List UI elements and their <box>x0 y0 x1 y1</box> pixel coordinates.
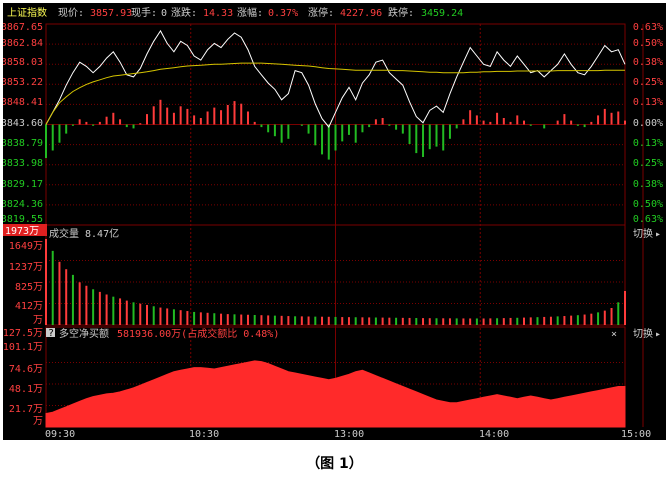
net-tick: 48.1万 <box>9 384 43 395</box>
price-tick: 3858.03 <box>3 57 43 68</box>
price-tick: 3867.65 <box>3 22 43 33</box>
net-title: 多空净买额 <box>59 327 109 340</box>
net-axis-top: 127.5万 <box>3 328 43 339</box>
price-value: 3857.93 <box>90 8 132 19</box>
pct-value: 0.37% <box>268 8 298 19</box>
index-name: 上证指数 <box>7 6 47 19</box>
hand-label: 现手: <box>131 6 157 19</box>
intraday-chart: 上证指数 现价: 3857.93 现手: 0 涨跌: 14.33 涨幅: 0.3… <box>3 6 663 440</box>
volume-tick: 1649万 <box>9 241 43 252</box>
net-tick: 21.7万 <box>9 404 43 415</box>
limit-up-value: 4227.96 <box>340 8 382 19</box>
pct-tick: 0.13% <box>633 97 663 108</box>
change-value: 14.33 <box>203 8 233 19</box>
limit-down-label: 跌停: <box>388 6 414 19</box>
quote-header: 上证指数 现价: 3857.93 现手: 0 涨跌: 14.33 涨幅: 0.3… <box>7 6 463 19</box>
price-tick: 3848.41 <box>3 97 43 108</box>
pct-tick: 0.38% <box>633 179 663 190</box>
volume-switch-button[interactable]: 切换 <box>633 227 653 240</box>
net-switch-caret-icon[interactable]: ▸ <box>655 329 661 340</box>
price-tick: 3824.36 <box>3 199 43 210</box>
volume-tick: 412万 <box>15 301 43 312</box>
pct-tick: 0.25% <box>633 158 663 169</box>
pct-label: 涨幅: <box>237 6 263 19</box>
net-value: 581936.00万(占成交额比 0.48%) <box>117 327 279 340</box>
pct-tick: 0.63% <box>633 214 663 225</box>
limit-up-label: 涨停: <box>308 6 334 19</box>
pct-tick: 0.13% <box>633 138 663 149</box>
chart-frame: 上证指数 现价: 3857.93 现手: 0 涨跌: 14.33 涨幅: 0.3… <box>3 3 666 440</box>
price-tick: 3829.17 <box>3 179 43 190</box>
price-tick: 3819.55 <box>3 214 43 225</box>
price-axis-right: 0.63% 0.50% 0.38% 0.25% 0.13% 0.00% 0.13… <box>633 22 663 225</box>
price-label: 现价: <box>58 7 84 19</box>
net-header: 127.5万 ? 多空净买额 581936.00万(占成交额比 0.48%) ×… <box>3 327 661 340</box>
time-tick: 09:30 <box>45 429 75 440</box>
time-tick: 13:00 <box>334 429 364 440</box>
price-tick: 3843.60 <box>3 118 43 129</box>
pct-tick: 0.63% <box>633 22 663 33</box>
time-tick: 10:30 <box>189 429 219 440</box>
net-switch-button[interactable]: 切换 <box>633 327 653 340</box>
hand-value: 0 <box>161 8 167 19</box>
net-tick: 万 <box>33 416 43 427</box>
price-tick: 3853.22 <box>3 77 43 88</box>
pct-tick: 0.50% <box>633 199 663 210</box>
pct-tick: 0.38% <box>633 57 663 68</box>
grid <box>45 23 644 428</box>
price-tick: 3833.98 <box>3 158 43 169</box>
volume-badge: 1973万 <box>5 226 39 237</box>
volume-axis: 1649万 1237万 825万 412万 万 <box>9 241 43 326</box>
pct-tick: 0.50% <box>633 38 663 49</box>
net-close-icon[interactable]: × <box>611 329 617 340</box>
time-tick: 15:00 <box>621 429 651 440</box>
price-tick: 3838.79 <box>3 138 43 149</box>
price-tick: 3862.84 <box>3 38 43 49</box>
net-marker-icon: ? <box>48 328 54 339</box>
pct-tick: 0.25% <box>633 77 663 88</box>
volume-tick: 1237万 <box>9 262 43 273</box>
volume-tick: 825万 <box>15 282 43 293</box>
volume-tick: 万 <box>33 315 43 326</box>
volume-title: 成交量 8.47亿 <box>49 227 119 240</box>
net-axis: 101.1万 74.6万 48.1万 21.7万 万 <box>3 342 43 427</box>
figure-caption: （图 1） <box>306 456 363 472</box>
change-label: 涨跌: <box>171 6 197 19</box>
price-axis-left: 3867.65 3862.84 3858.03 3853.22 3848.41 … <box>3 22 43 225</box>
net-tick: 101.1万 <box>3 342 43 353</box>
limit-down-value: 3459.24 <box>421 8 463 19</box>
time-tick: 14:00 <box>479 429 509 440</box>
net-tick: 74.6万 <box>9 364 43 375</box>
volume-header: 1973万 成交量 8.47亿 切换 ▸ <box>3 224 661 240</box>
volume-switch-caret-icon[interactable]: ▸ <box>655 229 661 240</box>
pct-tick: 0.00% <box>633 118 663 129</box>
time-axis: 09:30 10:30 13:00 14:00 15:00 <box>45 429 651 440</box>
